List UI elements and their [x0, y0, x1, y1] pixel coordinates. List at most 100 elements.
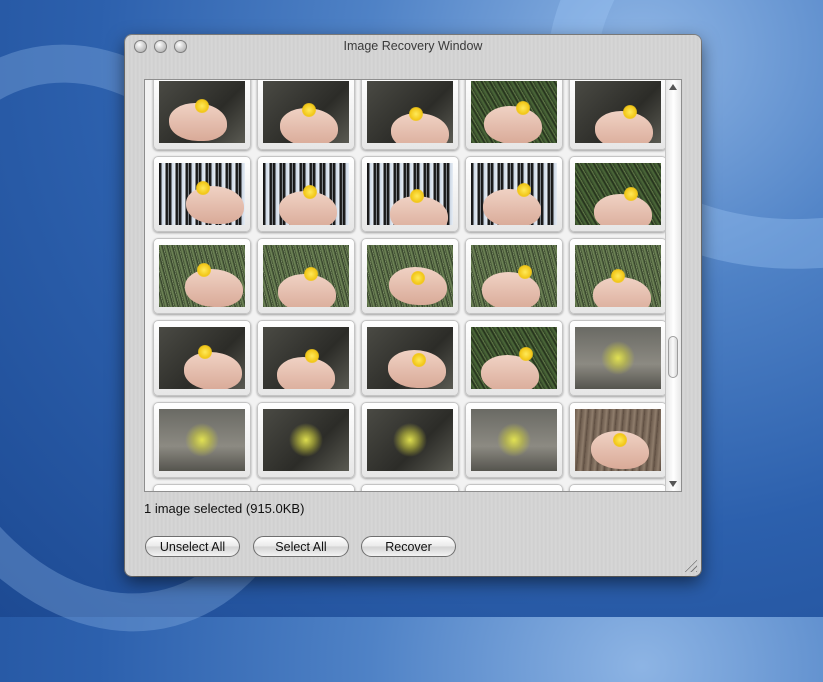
plant-shape [390, 420, 430, 460]
yellow-flower [197, 263, 211, 277]
thumbnail-photo [471, 409, 557, 471]
thumbnail-photo [575, 81, 661, 143]
thumbnail-scroll-area[interactable] [144, 79, 682, 492]
thumbnail-photo [367, 491, 453, 492]
image-thumbnail[interactable] [361, 484, 459, 492]
hand-shape [277, 357, 335, 389]
image-thumbnail[interactable] [257, 80, 355, 150]
hand-shape [481, 355, 539, 389]
thumbnail-photo [367, 245, 453, 307]
scroll-thumb[interactable] [668, 336, 678, 378]
thumbnail-photo [159, 81, 245, 143]
image-thumbnail[interactable] [465, 80, 563, 150]
yellow-flower [196, 181, 210, 195]
thumbnail-photo [367, 163, 453, 225]
thumbnail-photo [263, 245, 349, 307]
image-thumbnail[interactable] [569, 80, 667, 150]
title-bar[interactable]: Image Recovery Window [125, 35, 701, 59]
scroll-up-arrow-icon[interactable] [669, 84, 677, 90]
image-thumbnail[interactable] [361, 156, 459, 232]
yellow-flower [304, 267, 318, 281]
thumbnail-photo [471, 491, 557, 492]
thumbnail-photo [471, 163, 557, 225]
yellow-flower [517, 183, 531, 197]
image-thumbnail[interactable] [569, 238, 667, 314]
thumbnail-photo [367, 327, 453, 389]
yellow-flower [623, 105, 637, 119]
thumbnail-photo [159, 491, 245, 492]
image-thumbnail[interactable] [361, 80, 459, 150]
yellow-flower [303, 185, 317, 199]
plant-shape [494, 420, 534, 460]
plant-shape [182, 420, 222, 460]
thumbnail-photo [575, 491, 661, 492]
image-thumbnail[interactable] [153, 484, 251, 492]
select-all-button[interactable]: Select All [253, 536, 349, 557]
image-thumbnail[interactable] [465, 238, 563, 314]
thumbnail-photo [575, 409, 661, 471]
image-recovery-window: Image Recovery Window 1 image selected (… [125, 35, 701, 576]
yellow-flower [613, 433, 627, 447]
hand-shape [594, 194, 652, 225]
image-thumbnail[interactable] [257, 484, 355, 492]
yellow-flower [410, 189, 424, 203]
thumbnail-photo [159, 327, 245, 389]
image-thumbnail[interactable] [569, 156, 667, 232]
image-thumbnail[interactable] [569, 484, 667, 492]
image-thumbnail[interactable] [153, 80, 251, 150]
image-thumbnail[interactable] [153, 320, 251, 396]
thumbnail-photo [367, 81, 453, 143]
selection-status: 1 image selected (915.0KB) [144, 501, 305, 516]
image-thumbnail[interactable] [153, 238, 251, 314]
image-thumbnail[interactable] [569, 320, 667, 396]
image-thumbnail[interactable] [361, 320, 459, 396]
window-title: Image Recovery Window [343, 39, 483, 53]
thumbnail-photo [159, 245, 245, 307]
thumbnail-photo [471, 327, 557, 389]
resize-grip-icon[interactable] [683, 558, 697, 572]
thumbnail-photo [263, 163, 349, 225]
yellow-flower [409, 107, 423, 121]
image-thumbnail[interactable] [465, 320, 563, 396]
image-thumbnail[interactable] [257, 320, 355, 396]
image-thumbnail[interactable] [153, 156, 251, 232]
hand-shape [483, 189, 541, 225]
hand-shape [185, 269, 243, 307]
hand-shape [184, 352, 242, 389]
image-thumbnail[interactable] [153, 402, 251, 478]
unselect-all-button[interactable]: Unselect All [145, 536, 240, 557]
hand-shape [186, 186, 244, 224]
thumbnail-photo [575, 327, 661, 389]
yellow-flower [518, 265, 532, 279]
thumbnail-photo [159, 163, 245, 225]
hand-shape [482, 272, 540, 307]
yellow-flower [198, 345, 212, 359]
vertical-scrollbar[interactable] [665, 80, 681, 491]
thumbnail-photo [159, 409, 245, 471]
yellow-flower [412, 353, 426, 367]
yellow-flower [624, 187, 638, 201]
hand-shape [484, 106, 542, 143]
yellow-flower [305, 349, 319, 363]
image-thumbnail[interactable] [465, 402, 563, 478]
scroll-down-arrow-icon[interactable] [669, 481, 677, 487]
thumbnail-photo [263, 327, 349, 389]
thumbnail-photo [575, 163, 661, 225]
yellow-flower [195, 99, 209, 113]
image-thumbnail[interactable] [257, 402, 355, 478]
image-thumbnail[interactable] [465, 156, 563, 232]
recover-button[interactable]: Recover [361, 536, 456, 557]
yellow-flower [611, 269, 625, 283]
yellow-flower [302, 103, 316, 117]
image-thumbnail[interactable] [257, 156, 355, 232]
yellow-flower [519, 347, 533, 361]
thumbnail-photo [263, 491, 349, 492]
image-thumbnail[interactable] [361, 238, 459, 314]
thumbnail-photo [263, 409, 349, 471]
image-thumbnail[interactable] [465, 484, 563, 492]
image-thumbnail[interactable] [361, 402, 459, 478]
thumbnail-photo [575, 245, 661, 307]
thumbnail-photo [263, 81, 349, 143]
image-thumbnail[interactable] [257, 238, 355, 314]
image-thumbnail[interactable] [569, 402, 667, 478]
